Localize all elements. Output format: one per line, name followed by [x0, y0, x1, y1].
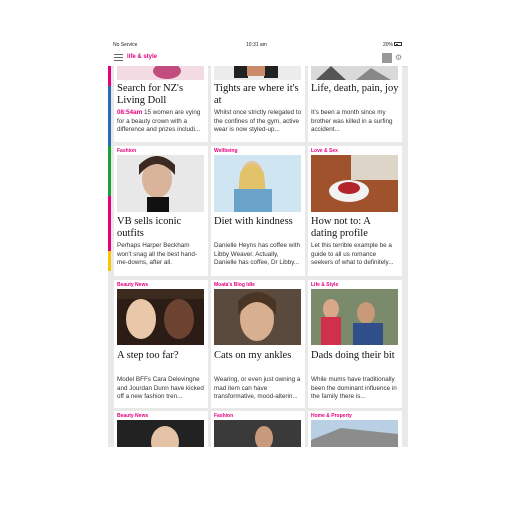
article-thumbnail [311, 66, 398, 80]
article-summary: 08:54am 15 women are vying for a beauty … [117, 109, 205, 135]
carrier-label: No Service [113, 42, 138, 48]
article-summary: Wearing, or even just owning a mad item … [214, 376, 301, 400]
article-title[interactable]: Tights are where it's at [214, 83, 302, 107]
article-summary: Let this terrible example be a guide to … [311, 242, 394, 266]
article-summary: Model BFFs Cara Delevingne and Jourdan D… [117, 376, 204, 400]
sidebar-color-green [108, 146, 111, 196]
top-nav-bar: life & style ⚙ [108, 50, 408, 67]
sidebar-color-pink [108, 66, 111, 86]
sidebar-color-blue [108, 86, 111, 146]
article-summary: Perhaps Harper Beckham won't snag all th… [117, 242, 197, 266]
article-category[interactable]: Beauty News [117, 413, 148, 419]
article-title[interactable]: Cats on my ankles [214, 350, 302, 362]
sidebar-color-yellow [108, 251, 111, 271]
article-card[interactable]: Wellbeing Diet with kindness Danielle He… [211, 146, 305, 276]
article-card[interactable]: Home & Property [308, 411, 402, 447]
settings-icon[interactable]: ⚙ [395, 53, 402, 63]
article-title[interactable]: VB sells iconic outfits [117, 216, 205, 240]
article-thumbnail [117, 420, 204, 447]
article-card[interactable]: Love & Sex How not to: A dating profile … [308, 146, 402, 276]
article-card[interactable]: Life, death, pain, joy It's been a month… [308, 66, 402, 142]
article-card[interactable]: Beauty News A step too far? Model BFFs C… [114, 280, 208, 408]
article-summary: While mums have traditionally been the d… [311, 376, 397, 400]
article-card[interactable]: Moata's Blog Idle Cats on my ankles Wear… [211, 280, 305, 408]
user-avatar-icon[interactable] [382, 53, 392, 63]
article-thumbnail [117, 66, 204, 80]
article-summary: Danielle Heyns has coffee with Libby Wea… [214, 242, 300, 266]
status-bar: No Service 10:31 am 20% [108, 40, 408, 50]
article-category[interactable]: Moata's Blog Idle [214, 282, 255, 288]
article-card[interactable]: Tights are where it's at Whilst once str… [211, 66, 305, 142]
article-card[interactable]: Fashion [211, 411, 305, 447]
article-thumbnail [311, 289, 398, 345]
article-thumbnail [311, 155, 398, 212]
article-thumbnail [117, 289, 204, 345]
article-category[interactable]: Beauty News [117, 282, 148, 288]
article-title[interactable]: Dads doing their bit [311, 350, 399, 362]
article-category[interactable]: Home & Property [311, 413, 352, 419]
clock-label: 10:31 am [246, 42, 267, 48]
article-title[interactable]: Diet with kindness [214, 216, 302, 228]
article-summary: It's been a month since my brother was k… [311, 109, 393, 133]
article-thumbnail [117, 155, 204, 212]
article-category[interactable]: Love & Sex [311, 148, 338, 154]
article-title[interactable]: How not to: A dating profile [311, 216, 399, 240]
menu-icon[interactable] [114, 54, 123, 62]
article-title[interactable]: Search for NZ's Living Doll [117, 83, 205, 107]
article-thumbnail [214, 289, 301, 345]
article-time: 08:54am [117, 109, 143, 116]
article-thumbnail [311, 420, 398, 447]
app-screen: No Service 10:31 am 20% life & style ⚙ S… [108, 40, 408, 447]
article-thumbnail [214, 66, 301, 80]
article-category[interactable]: Wellbeing [214, 148, 238, 154]
article-category[interactable]: Life & Style [311, 282, 338, 288]
article-thumbnail [214, 155, 301, 212]
article-summary: Whilst once strictly relegated to the co… [214, 109, 302, 133]
battery-label: 20% [383, 42, 394, 48]
battery-icon [394, 42, 402, 46]
article-card[interactable]: Search for NZ's Living Doll 08:54am 15 w… [114, 66, 208, 142]
article-thumbnail [214, 420, 301, 447]
sidebar-color-pink-2 [108, 196, 111, 251]
section-title[interactable]: life & style [127, 54, 157, 60]
article-card[interactable]: Beauty News [114, 411, 208, 447]
article-category[interactable]: Fashion [117, 148, 136, 154]
article-title[interactable]: Life, death, pain, joy [311, 83, 399, 95]
article-card[interactable]: Fashion VB sells iconic outfits Perhaps … [114, 146, 208, 276]
article-title[interactable]: A step too far? [117, 350, 205, 362]
article-category[interactable]: Fashion [214, 413, 233, 419]
article-card[interactable]: Life & Style Dads doing their bit While … [308, 280, 402, 408]
